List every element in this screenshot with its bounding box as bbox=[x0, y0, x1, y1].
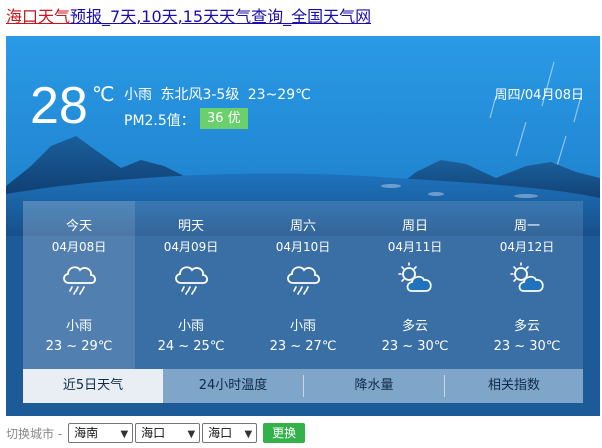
forecast-temp-range: 23 ~ 30℃ bbox=[493, 339, 561, 354]
forecast-day-name: 周六 bbox=[289, 219, 316, 234]
current-date: 周四/04月08日 bbox=[494, 88, 584, 103]
forecast-day[interactable]: 周一 04月12日 多云 23 ~ 30℃ bbox=[471, 201, 583, 369]
current-weather-description: 小雨 东北风3-5级 23~29℃ bbox=[124, 87, 311, 103]
page-title-city[interactable]: 海口天气 bbox=[6, 7, 70, 26]
forecast-day-name: 周一 bbox=[513, 219, 540, 234]
pm25-badge: 36 优 bbox=[200, 108, 248, 129]
tab-5-day-weather[interactable]: 近5日天气 bbox=[23, 369, 163, 403]
city-switcher: 切换城市 - 海南 ▼ 海口 ▼ 海口 ▼ 更换 bbox=[6, 422, 306, 444]
forecast-day-name: 周日 bbox=[401, 219, 428, 234]
tab-24h-temperature[interactable]: 24小时温度 bbox=[163, 369, 303, 403]
rain-cloud-icon bbox=[175, 266, 209, 295]
province-select[interactable]: 海南 ▼ bbox=[68, 423, 134, 443]
weather-widget: 28 ℃ 小雨 东北风3-5级 23~29℃ PM2.5值： 36 优 周四/0… bbox=[6, 36, 600, 416]
forecast-day[interactable]: 明天 04月09日 小雨 24 ~ 25℃ bbox=[135, 201, 247, 369]
forecast-weather: 小雨 bbox=[289, 319, 316, 334]
partly-cloudy-icon bbox=[398, 262, 432, 292]
tab-related-indices[interactable]: 相关指数 bbox=[445, 369, 583, 403]
forecast-weather: 小雨 bbox=[177, 319, 204, 334]
forecast-temp-range: 24 ~ 25℃ bbox=[157, 339, 225, 354]
partly-cloudy-icon bbox=[510, 262, 544, 292]
five-day-forecast: 今天 04月08日 小雨 23 ~ 29℃ 明天 04月09日 小雨 24 ~ … bbox=[23, 201, 583, 369]
rain-cloud-icon bbox=[287, 266, 321, 295]
district-select[interactable]: 海口 ▼ bbox=[202, 423, 258, 443]
city-select-value: 海口 bbox=[141, 426, 166, 440]
chevron-down-icon: ▼ bbox=[120, 429, 129, 440]
forecast-temp-range: 23 ~ 30℃ bbox=[381, 339, 449, 354]
forecast-weather: 多云 bbox=[513, 319, 540, 334]
forecast-date: 04月12日 bbox=[499, 240, 555, 254]
forecast-day[interactable]: 今天 04月08日 小雨 23 ~ 29℃ bbox=[23, 201, 135, 369]
current-temperature: 28 bbox=[30, 77, 88, 135]
tab-precipitation[interactable]: 降水量 bbox=[304, 369, 444, 403]
pm25-label: PM2.5值： bbox=[124, 113, 195, 129]
city-switcher-label: 切换城市 - bbox=[6, 426, 63, 441]
switch-city-button[interactable]: 更换 bbox=[263, 423, 306, 443]
forecast-date: 04月08日 bbox=[51, 240, 107, 254]
forecast-day-name: 今天 bbox=[65, 219, 92, 234]
forecast-temp-range: 23 ~ 27℃ bbox=[269, 339, 337, 354]
forecast-date: 04月11日 bbox=[387, 240, 443, 254]
forecast-temp-range: 23 ~ 29℃ bbox=[45, 339, 113, 354]
forecast-date: 04月10日 bbox=[275, 240, 331, 254]
province-select-value: 海南 bbox=[74, 426, 99, 440]
rain-cloud-icon bbox=[63, 266, 97, 295]
city-select[interactable]: 海口 ▼ bbox=[135, 423, 201, 443]
forecast-day-name: 明天 bbox=[177, 219, 204, 234]
current-temperature-unit: ℃ bbox=[92, 82, 115, 106]
forecast-date: 04月09日 bbox=[163, 240, 219, 254]
page-title-rest[interactable]: 预报_7天,10天,15天天气查询_全国天气网 bbox=[70, 7, 371, 26]
forecast-day[interactable]: 周六 04月10日 小雨 23 ~ 27℃ bbox=[247, 201, 359, 369]
forecast-weather: 小雨 bbox=[65, 319, 92, 334]
chevron-down-icon: ▼ bbox=[244, 429, 253, 440]
page-title[interactable]: 海口天气预报_7天,10天,15天天气查询_全国天气网 bbox=[6, 6, 371, 28]
forecast-tabs: 近5日天气 24小时温度 降水量 相关指数 bbox=[23, 369, 583, 403]
district-select-value: 海口 bbox=[208, 426, 233, 440]
forecast-weather: 多云 bbox=[401, 319, 428, 334]
forecast-day[interactable]: 周日 04月11日 多云 23 ~ 30℃ bbox=[359, 201, 471, 369]
chevron-down-icon: ▼ bbox=[187, 429, 196, 440]
